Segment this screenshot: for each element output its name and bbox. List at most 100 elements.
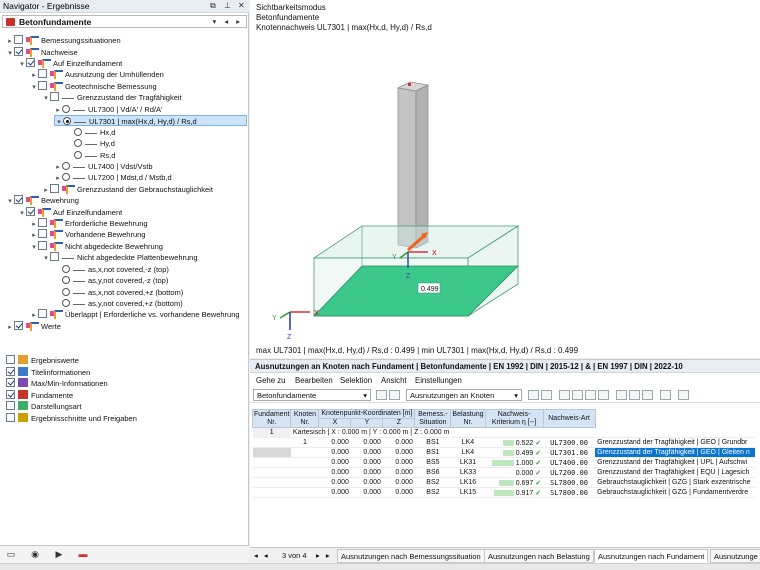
expand-toggle-icon[interactable]: ▸ bbox=[30, 230, 38, 241]
checkbox[interactable] bbox=[50, 252, 59, 261]
expand-toggle-icon[interactable]: ▾ bbox=[30, 242, 38, 253]
checkbox[interactable] bbox=[38, 218, 47, 227]
checkbox[interactable] bbox=[6, 367, 15, 376]
nav-prev-icon[interactable] bbox=[528, 390, 539, 400]
radio-button[interactable] bbox=[62, 105, 70, 113]
pin-icon[interactable]: ⊥ bbox=[224, 1, 231, 10]
tree-item[interactable]: as,y,not covered,-z (top) bbox=[54, 275, 168, 286]
next-icon[interactable] bbox=[389, 390, 400, 400]
tab-by-footing[interactable]: Ausnutzungen nach Fundament bbox=[594, 549, 709, 563]
checkbox[interactable] bbox=[14, 35, 23, 44]
expand-toggle-icon[interactable]: ▾ bbox=[42, 253, 50, 264]
tree-item[interactable]: ▸ Werte bbox=[6, 321, 61, 332]
tree-item[interactable]: Hx,d bbox=[66, 127, 115, 138]
tree-item[interactable]: as,x,not covered,+z (bottom) bbox=[54, 287, 183, 298]
display-option[interactable]: Darstellungsart bbox=[6, 401, 81, 412]
tree-item[interactable]: as,x,not covered,-z (top) bbox=[54, 264, 169, 275]
expand-toggle-icon[interactable]: ▸ bbox=[6, 36, 14, 47]
display-option[interactable]: Titelinformationen bbox=[6, 367, 90, 378]
tree-item[interactable]: ▾ Nicht abgedeckte Bewehrung bbox=[30, 241, 163, 252]
menu-settings[interactable]: Einstellungen bbox=[415, 376, 462, 385]
table-row[interactable]: 0.000 0.000 0.000 BS2 LK15 0.917 ✓ SL7800.00 Ge… bbox=[252, 487, 756, 498]
table-row[interactable]: 0.000 0.000 0.000 BS2 LK16 0.697 ✓ SL7800.00 Ge… bbox=[252, 477, 756, 488]
settings-icon[interactable] bbox=[660, 390, 671, 400]
print-icon[interactable] bbox=[642, 390, 653, 400]
tree-item[interactable]: ▸ UL7400 | Vdst/Vstb bbox=[54, 161, 153, 172]
tab-by-load[interactable]: Ausnutzungen nach Belastung bbox=[484, 549, 594, 563]
pager-next-icon[interactable]: ▸ ▸ bbox=[316, 551, 332, 560]
navigator-combo[interactable]: Betonfundamente ▾ ◂ ▸ bbox=[2, 15, 247, 28]
tree-item[interactable]: ▸ Überlappt | Erforderliche vs. vorhanden… bbox=[30, 309, 240, 320]
checkbox[interactable] bbox=[14, 195, 23, 204]
tree-item[interactable]: ▾ Bewehrung bbox=[6, 195, 79, 206]
checkbox[interactable] bbox=[6, 355, 15, 364]
filter-icon[interactable] bbox=[559, 390, 570, 400]
table-row[interactable]: 1 0.000 0.000 0.000 BS1 LK4 0.522 ✓ UL7300.00 Gr… bbox=[252, 437, 756, 448]
checkbox[interactable] bbox=[38, 309, 47, 318]
expand-toggle-icon[interactable]: ▾ bbox=[18, 208, 26, 219]
display-option[interactable]: Ergebniswerte bbox=[6, 355, 79, 366]
prev-icon[interactable] bbox=[376, 390, 387, 400]
tree-item[interactable]: ▾ Auf Einzelfundament bbox=[18, 207, 122, 218]
radio-button[interactable] bbox=[62, 173, 70, 181]
expand-toggle-icon[interactable]: ▾ bbox=[6, 196, 14, 207]
checkbox[interactable] bbox=[6, 401, 15, 410]
tree-item[interactable]: ▸ UL7200 | Mdst,d / Mstb,d bbox=[54, 172, 172, 183]
checkbox[interactable] bbox=[14, 321, 23, 330]
display-tab-icon[interactable]: ◉ bbox=[28, 549, 42, 560]
menu-goto[interactable]: Gehe zu bbox=[256, 376, 285, 385]
radio-button[interactable] bbox=[74, 151, 82, 159]
tree-item[interactable]: ▾ UL7301 | max(Hx,d, Hy,d) / Rs,d bbox=[54, 115, 247, 126]
tree-item[interactable]: Rs,d bbox=[66, 150, 115, 161]
checkbox[interactable] bbox=[6, 390, 15, 399]
tree-item[interactable]: ▾ Nachweise bbox=[6, 47, 78, 58]
radio-button[interactable] bbox=[74, 128, 82, 136]
table-row[interactable]: 0.000 0.000 0.000 BS1 LK4 0.499 ✓ UL7301.00 Gre… bbox=[252, 447, 756, 458]
menu-selection[interactable]: Selektion bbox=[340, 376, 372, 385]
checkbox[interactable] bbox=[6, 413, 15, 422]
tree-item[interactable]: ▸ Grenzzustand der Gebrauchstauglichkeit bbox=[42, 184, 213, 195]
tree-item[interactable]: ▸ Vorhandene Bewehrung bbox=[30, 229, 145, 240]
expand-toggle-icon[interactable]: ▸ bbox=[30, 70, 38, 81]
tree-item[interactable]: ▸ Erforderliche Bewehrung bbox=[30, 218, 148, 229]
menu-edit[interactable]: Bearbeiten bbox=[295, 376, 333, 385]
expand-toggle-icon[interactable]: ▾ bbox=[55, 117, 63, 128]
radio-button[interactable] bbox=[62, 162, 70, 170]
view-icon[interactable] bbox=[585, 390, 596, 400]
menu-view[interactable]: Ansicht bbox=[381, 376, 407, 385]
checkbox[interactable] bbox=[14, 47, 23, 56]
checkbox[interactable] bbox=[50, 184, 59, 193]
expand-toggle-icon[interactable]: ▸ bbox=[6, 322, 14, 333]
tab-by-node[interactable]: Ausnutzunge bbox=[710, 549, 760, 563]
radio-button[interactable] bbox=[62, 276, 70, 284]
tree-item[interactable]: as,y,not covered,+z (bottom) bbox=[54, 298, 183, 309]
3d-viewport[interactable]: Sichtbarkeitsmodus Betonfundamente Knote… bbox=[250, 0, 760, 358]
expand-toggle-icon[interactable]: ▸ bbox=[54, 173, 62, 184]
expand-toggle-icon[interactable]: ▾ bbox=[6, 48, 14, 59]
expand-toggle-icon[interactable]: ▸ bbox=[30, 310, 38, 321]
display-option[interactable]: Max/Min-Informationen bbox=[6, 378, 108, 389]
checkbox[interactable] bbox=[38, 241, 47, 250]
table-icon[interactable] bbox=[616, 390, 627, 400]
nav-next-icon[interactable] bbox=[541, 390, 552, 400]
data-tab-icon[interactable]: ▭ bbox=[4, 549, 18, 560]
tree-item[interactable]: ▾ Auf Einzelfundament bbox=[18, 58, 122, 69]
table-row[interactable]: 0.000 0.000 0.000 BS6 LK33 0.000 ✓ UL7200.00 Gr… bbox=[252, 467, 756, 478]
checkbox[interactable] bbox=[38, 81, 47, 90]
results-tab-icon[interactable]: ▬ bbox=[76, 549, 90, 560]
radio-button[interactable] bbox=[63, 117, 71, 125]
result-type-select[interactable]: Ausnutzungen an Knoten ▾ bbox=[406, 389, 522, 401]
tree-item[interactable]: ▾ Grenzzustand der Tragfähigkeit bbox=[42, 92, 182, 103]
tree-item[interactable]: ▸ Bemessungssituationen bbox=[6, 35, 121, 46]
tree-item[interactable]: ▾ Nicht abgedeckte Plattenbewehrung bbox=[42, 252, 198, 263]
radio-button[interactable] bbox=[62, 299, 70, 307]
expand-toggle-icon[interactable]: ▾ bbox=[30, 82, 38, 93]
tree-item[interactable]: ▸ Ausnutzung der Umhüllenden bbox=[30, 69, 164, 80]
select-icon[interactable] bbox=[572, 390, 583, 400]
pager-arrows-icon[interactable]: ◂ ◂ bbox=[254, 551, 270, 560]
table-row[interactable]: 0.000 0.000 0.000 BS5 LK31 1.000 ✓ UL7400.00 Gr… bbox=[252, 457, 756, 468]
combo-arrows-icon[interactable]: ▾ ◂ ▸ bbox=[213, 17, 243, 26]
tree-item[interactable]: ▸ UL7300 | Vd/A' / Rd/A' bbox=[54, 104, 162, 115]
tree-item[interactable]: Hy,d bbox=[66, 138, 115, 149]
footing-type-select[interactable]: Betonfundamente ▾ bbox=[253, 389, 371, 401]
